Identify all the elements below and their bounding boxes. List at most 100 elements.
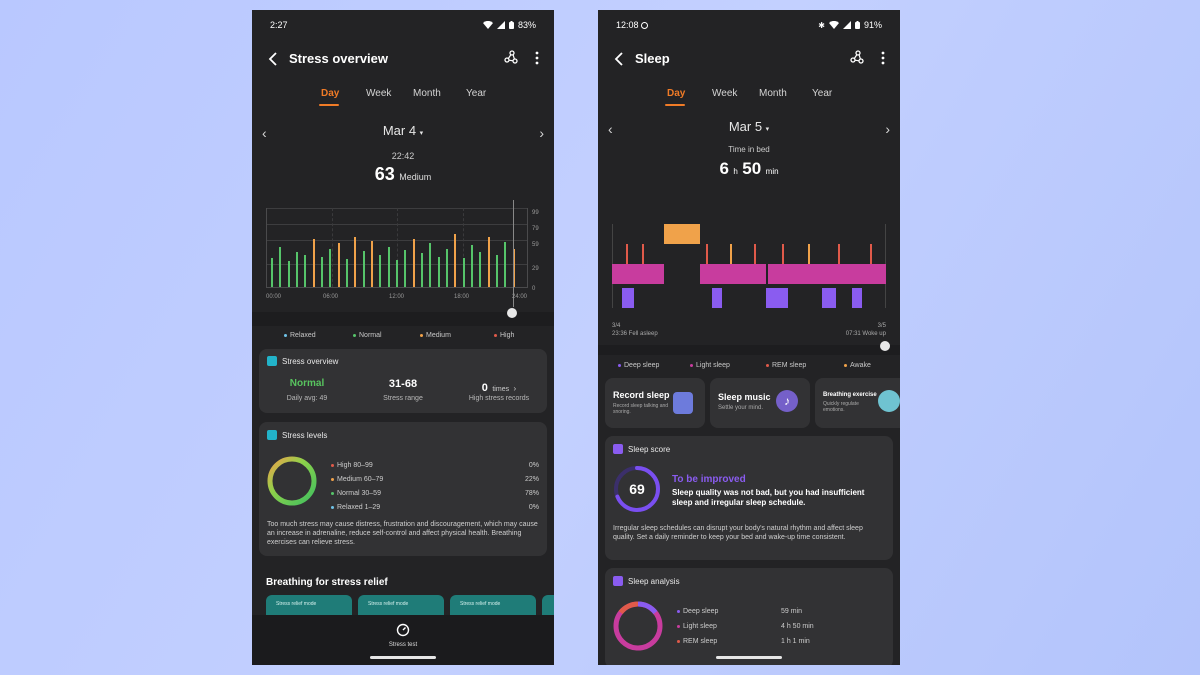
back-arrow-icon[interactable] <box>612 50 628 68</box>
tab-week[interactable]: Week <box>366 88 391 99</box>
stress-bar <box>446 248 448 287</box>
high-stress-count[interactable]: 0 times › <box>451 378 547 396</box>
dropdown-icon: ▾ <box>419 130 424 137</box>
sleep-start: 3/4 23:36 Fell asleep <box>612 322 658 338</box>
card-title: Sleep analysis <box>628 576 680 586</box>
tab-month[interactable]: Month <box>413 88 441 99</box>
stress-chart[interactable] <box>266 200 528 307</box>
date-picker[interactable]: Mar 5 ▾ <box>598 119 900 134</box>
tab-indicator <box>665 104 685 106</box>
card-header: Sleep analysis <box>613 576 680 586</box>
sleep-analysis-card[interactable]: Sleep analysis Deep sleep 59 min Light sl… <box>605 568 893 665</box>
scrubber-handle[interactable] <box>880 341 890 351</box>
high-dot-icon <box>331 463 334 467</box>
stress-levels-card[interactable]: Stress levels High 80–99 0% Medium 60–79 2… <box>259 422 547 556</box>
tab-day[interactable]: Day <box>321 88 339 99</box>
date-picker[interactable]: Mar 4 ▾ <box>252 123 554 138</box>
stress-bar <box>471 245 473 287</box>
legend-deep: Deep sleep <box>618 362 659 369</box>
whatsapp-icon <box>641 22 649 29</box>
more-options-icon[interactable] <box>880 50 886 66</box>
y-tick: 0 <box>532 286 536 292</box>
daily-average: Daily avg: 49 <box>259 395 355 402</box>
high-dot-icon <box>494 333 497 337</box>
card-label: Stress relief mode <box>276 601 317 607</box>
legend-normal: Normal <box>353 332 382 339</box>
more-options-icon[interactable] <box>534 50 540 66</box>
sleep-spike <box>808 244 810 264</box>
breathing-card[interactable]: Stress relief mode <box>358 595 444 615</box>
sleep-stage-block <box>622 288 634 308</box>
period-tabs: Day Week Month Year <box>252 88 554 110</box>
time-text: 12:08 <box>616 20 639 30</box>
breathing-card[interactable]: Stress relief mode <box>450 595 536 615</box>
back-arrow-icon[interactable] <box>266 50 282 68</box>
record-sleep-tile[interactable]: Record sleep Record sleep talking and sn… <box>605 378 705 428</box>
level-row: Medium 60–79 22% <box>331 476 539 490</box>
sleep-hypnogram[interactable] <box>612 224 886 308</box>
music-note-icon: ♪ <box>776 390 798 412</box>
sleep-score-card[interactable]: Sleep score 69 To be improved Sleep qual… <box>605 436 893 560</box>
x-tick: 18:00 <box>454 294 470 300</box>
stress-bar <box>462 258 465 287</box>
stress-range-label: Stress range <box>383 395 423 402</box>
level-row: Normal 30–59 78% <box>331 490 539 504</box>
home-indicator[interactable] <box>716 656 782 659</box>
stress-bar <box>346 259 348 287</box>
stress-overview-card[interactable]: Stress overview Normal Daily avg: 49 31-… <box>259 349 547 413</box>
stress-bar <box>354 237 357 287</box>
stress-bar <box>421 253 423 287</box>
sleep-stage-block <box>790 264 886 284</box>
stress-bar <box>321 256 323 287</box>
sleep-stage-block <box>822 288 836 308</box>
tab-year[interactable]: Year <box>466 88 486 99</box>
breathing-card[interactable]: Stress relief mode <box>266 595 352 615</box>
medium-dot-icon <box>420 333 423 337</box>
tab-week[interactable]: Week <box>712 88 737 99</box>
score-description: Irregular sleep schedules can disrupt yo… <box>613 525 863 541</box>
card-header: Sleep score <box>613 444 670 454</box>
breathing-section-title: Breathing for stress relief <box>266 577 388 588</box>
sleep-music-tile[interactable]: Sleep music Settle your mind. ♪ <box>710 378 810 428</box>
card-title: Sleep score <box>628 444 671 454</box>
tab-year[interactable]: Year <box>812 88 832 99</box>
level-label: Normal 30–59 <box>337 490 381 497</box>
x-tick: 12:00 <box>389 294 405 300</box>
analysis-value: 59 min <box>781 608 803 615</box>
sleep-spike <box>754 244 756 264</box>
chevron-right-icon: › <box>513 384 517 393</box>
page-title: Stress overview <box>289 51 389 66</box>
rem-dot-icon <box>677 639 680 643</box>
breathing-card[interactable] <box>542 595 554 615</box>
next-day-icon[interactable]: › <box>539 125 544 141</box>
breathing-exercise-tile[interactable]: Breathing exercise Quickly regulate emot… <box>815 378 900 428</box>
tab-month[interactable]: Month <box>759 88 787 99</box>
tab-indicator <box>319 104 339 106</box>
relaxed-dot-icon <box>331 505 334 509</box>
tile-subtitle: Quickly regulate emotions. <box>823 401 859 413</box>
hours-value: 6 <box>719 159 729 178</box>
sleep-spike <box>706 244 708 264</box>
home-indicator[interactable] <box>370 656 436 659</box>
legend-label: Relaxed <box>290 332 316 339</box>
stress-bar <box>454 234 457 287</box>
stress-bar <box>379 255 382 287</box>
share-icon[interactable] <box>504 50 518 64</box>
sleep-end: 3/5 07:31 Woke up <box>846 322 886 338</box>
analysis-row: Light sleep 4 h 50 min <box>677 623 877 638</box>
stress-bar <box>496 255 498 287</box>
scrubber-handle[interactable] <box>507 308 517 318</box>
sleep-score-ring: 69 <box>614 466 660 512</box>
stress-test-button[interactable]: Stress test <box>252 623 554 648</box>
next-day-icon[interactable]: › <box>885 121 890 137</box>
card-label: Stress relief mode <box>460 601 501 607</box>
level-label: Medium 60–79 <box>337 476 384 483</box>
tab-day[interactable]: Day <box>667 88 685 99</box>
sleep-stage-block <box>700 264 766 284</box>
awake-dot-icon <box>844 363 847 367</box>
score-status: To be improved <box>672 474 746 485</box>
legend-label: High <box>500 332 515 339</box>
x-tick: 06:00 <box>323 294 339 300</box>
share-icon[interactable] <box>850 50 864 64</box>
level-percent: 78% <box>524 490 539 497</box>
